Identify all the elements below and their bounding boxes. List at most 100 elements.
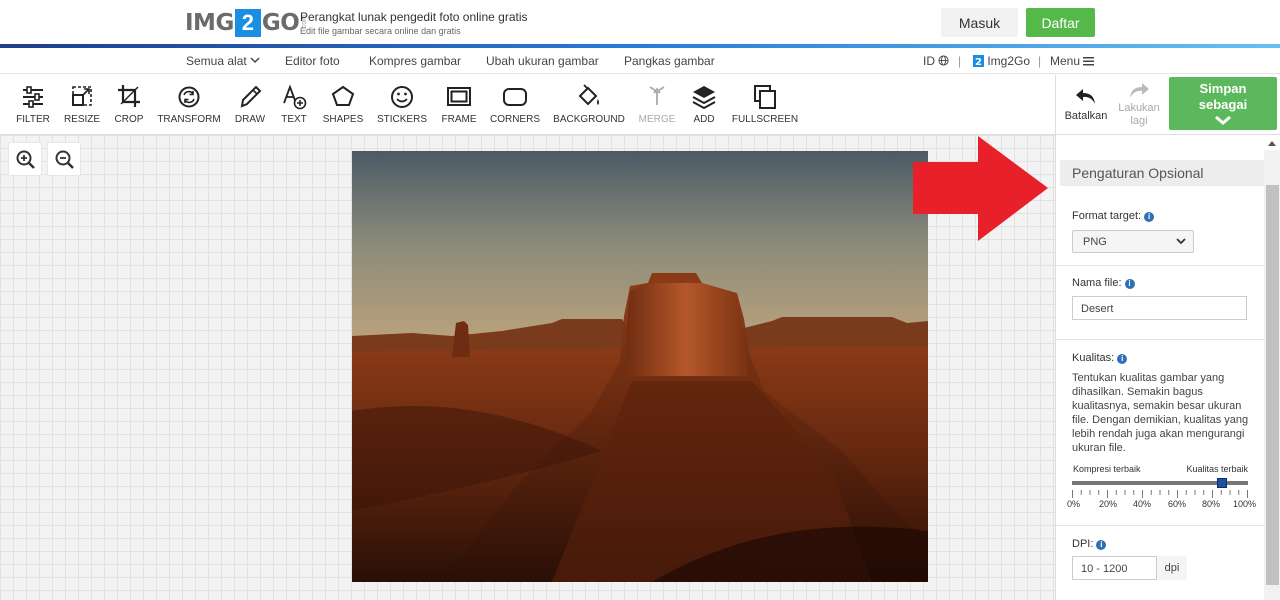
- history-save-area: Batalkan Lakukan lagi Simpan sebagai: [1055, 75, 1280, 135]
- section-divider: [1056, 339, 1264, 340]
- tool-frame[interactable]: FRAME: [440, 83, 478, 125]
- svg-text:2: 2: [975, 57, 982, 67]
- logo-text-2: 2: [234, 9, 261, 37]
- crop-icon: [118, 85, 140, 107]
- fullscreen-icon: [754, 85, 776, 109]
- editor-canvas[interactable]: [0, 135, 1055, 600]
- paint-bucket-icon: [578, 84, 599, 106]
- quality-label: Kualitas: i: [1072, 352, 1128, 364]
- save-label-line1: Simpan: [1199, 81, 1247, 96]
- tool-background-label: BACKGROUND: [553, 114, 625, 125]
- logo-text-img: IMG: [185, 10, 234, 36]
- redo-label-line2: lagi: [1130, 115, 1148, 127]
- tool-add[interactable]: ADD: [688, 83, 720, 125]
- register-button[interactable]: Daftar: [1026, 8, 1095, 37]
- quality-label-text: Kualitas:: [1072, 352, 1115, 364]
- tool-draw[interactable]: DRAW: [233, 83, 267, 125]
- zoom-out-button[interactable]: [47, 142, 81, 176]
- info-icon[interactable]: i: [1117, 354, 1128, 364]
- smiley-icon: [391, 86, 413, 108]
- tool-frame-label: FRAME: [441, 114, 477, 125]
- redo-label-line1: Lakukan: [1118, 102, 1160, 114]
- tool-filter[interactable]: FILTER: [15, 83, 51, 125]
- pencil-icon: [240, 85, 262, 108]
- zoom-in-icon: [16, 150, 35, 169]
- scroll-up-arrow-icon[interactable]: [1267, 140, 1277, 148]
- tool-resize-label: RESIZE: [63, 114, 101, 125]
- menu-toggle[interactable]: Menu: [1050, 54, 1095, 68]
- nav-resize-image[interactable]: Ubah ukuran gambar: [486, 54, 599, 68]
- top-header: IMG 2 GO .com Perangkat lunak pengedit f…: [0, 0, 1280, 44]
- img2go-link-label: Img2Go: [987, 54, 1031, 68]
- chevron-down-icon: [1215, 115, 1231, 125]
- filename-input[interactable]: Desert: [1072, 296, 1247, 320]
- tool-merge-label: MERGE: [638, 114, 676, 125]
- section-divider: [1056, 265, 1264, 266]
- text-add-icon: [283, 84, 307, 110]
- info-icon[interactable]: i: [1124, 279, 1135, 289]
- nav-photo-editor[interactable]: Editor foto: [285, 54, 340, 68]
- tick-label: 40%: [1133, 499, 1152, 509]
- nav-separator: |: [958, 54, 962, 68]
- undo-icon: [1076, 89, 1095, 104]
- format-select[interactable]: PNG: [1072, 230, 1194, 253]
- quality-description: Tentukan kualitas gambar yang dihasilkan…: [1072, 372, 1249, 454]
- tool-text[interactable]: TEXT: [279, 83, 309, 125]
- quality-slider-thumb[interactable]: [1216, 478, 1227, 488]
- panel-scrollbar[interactable]: [1264, 150, 1280, 600]
- globe-icon: [938, 55, 949, 66]
- chevron-down-icon: [250, 57, 260, 64]
- red-arrow-annotation: [913, 136, 1048, 241]
- scrollbar-thumb[interactable]: [1266, 185, 1279, 585]
- info-icon[interactable]: i: [1096, 540, 1107, 550]
- tick-label: 20%: [1099, 499, 1118, 509]
- img2go-small-icon: 2: [973, 55, 984, 68]
- redo-button[interactable]: Lakukan lagi: [1116, 79, 1162, 128]
- slider-tick-labels: 0% 20% 40% 60% 80% 100%: [1067, 499, 1257, 511]
- dpi-placeholder: 10 - 1200: [1081, 563, 1128, 575]
- language-selector[interactable]: ID: [923, 54, 949, 68]
- dpi-label: DPI: i: [1072, 538, 1107, 550]
- slider-min-label: Kompresi terbaik: [1073, 464, 1141, 474]
- tool-shapes-label: SHAPES: [322, 114, 364, 125]
- nav-crop-image[interactable]: Pangkas gambar: [624, 54, 715, 68]
- img2go-logo[interactable]: IMG 2 GO .com: [185, 8, 308, 38]
- tool-corners[interactable]: CORNERS: [489, 83, 541, 125]
- tool-stickers[interactable]: STICKERS: [376, 83, 428, 125]
- tool-transform[interactable]: TRANSFORM: [157, 83, 221, 125]
- tick-label: 0%: [1067, 499, 1081, 509]
- save-label-line2: sebagai: [1198, 97, 1248, 112]
- chevron-down-icon: [1176, 238, 1186, 245]
- nav-all-tools[interactable]: Semua alat: [186, 54, 260, 68]
- tool-add-label: ADD: [693, 114, 715, 125]
- slider-labels: Kompresi terbaik Kualitas terbaik: [1073, 464, 1248, 474]
- filename-label: Nama file: i: [1072, 277, 1135, 289]
- resize-icon: [72, 86, 92, 106]
- zoom-in-button[interactable]: [8, 142, 42, 176]
- editor-toolbar: FILTER RESIZE CROP TRANSFORM DRAW TEXT S…: [0, 75, 1055, 135]
- format-target-label: Format target: i: [1072, 210, 1155, 222]
- slider-max-label: Kualitas terbaik: [1186, 464, 1248, 474]
- tick-label: 60%: [1168, 499, 1187, 509]
- settings-panel: Pengaturan Opsional Format target: i PNG …: [1055, 135, 1280, 600]
- tool-crop[interactable]: CROP: [113, 83, 145, 125]
- undo-button[interactable]: Batalkan: [1063, 85, 1109, 122]
- nav-separator: |: [1038, 54, 1042, 68]
- slider-ticks: [1072, 490, 1248, 498]
- section-divider: [1056, 525, 1264, 526]
- tool-transform-label: TRANSFORM: [157, 114, 221, 125]
- desert-photo: [352, 151, 928, 582]
- tool-fullscreen[interactable]: FULLSCREEN: [731, 83, 799, 125]
- tool-resize[interactable]: RESIZE: [63, 83, 101, 125]
- nav-compress-image[interactable]: Kompres gambar: [369, 54, 461, 68]
- tool-shapes[interactable]: SHAPES: [321, 83, 365, 125]
- nav-img2go-link[interactable]: 2 Img2Go: [973, 54, 1030, 68]
- tool-merge[interactable]: MERGE: [638, 83, 676, 125]
- info-icon[interactable]: i: [1144, 212, 1155, 222]
- tool-draw-label: DRAW: [234, 114, 266, 125]
- save-as-button[interactable]: Simpan sebagai: [1169, 77, 1277, 130]
- dpi-input[interactable]: 10 - 1200 dpi: [1072, 556, 1187, 580]
- login-button[interactable]: Masuk: [941, 8, 1018, 37]
- format-select-value: PNG: [1083, 236, 1107, 248]
- tool-background[interactable]: BACKGROUND: [553, 83, 625, 125]
